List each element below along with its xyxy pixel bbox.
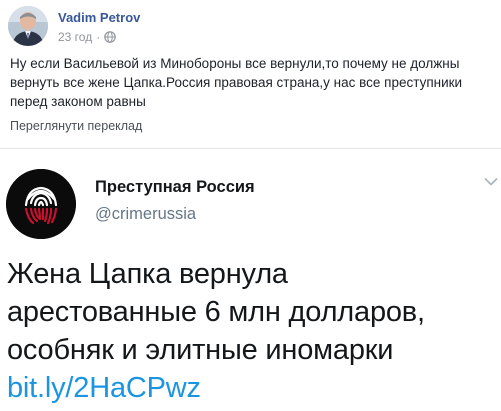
tweet-screenshot[interactable]: Преступная Россия @crimerussia Жена Цапк… [0,149,501,411]
tweet-text: Жена Цапка вернула арестованные 6 млн до… [7,255,497,407]
post-timestamp[interactable]: 23 год [58,30,92,44]
tweet-line: арестованные 6 млн долларов, [7,296,425,328]
post-subline: 23 год · [58,30,140,44]
separator-dot: · [96,30,101,44]
fingerprint-logo-icon [6,169,76,239]
post-header: Vadim Petrov 23 год · [8,6,140,46]
chevron-down-icon [484,178,498,186]
see-translation-link[interactable]: Переглянути переклад [10,118,142,134]
post-text: Ну если Васильевой из Минобороны все вер… [10,56,463,109]
tweet-line: особняк и элитные иномарки [7,334,394,366]
author-name[interactable]: Vadim Petrov [58,10,140,26]
post-meta: Vadim Petrov 23 год · [58,10,140,44]
globe-icon[interactable] [104,31,117,43]
tweet-handle: @crimerussia [95,205,197,223]
tweet-account-name: Преступная Россия [95,178,255,196]
tweet-link: bit.ly/2HaCPwz [7,372,201,404]
tweet-line: Жена Цапка вернула [7,258,288,290]
author-avatar[interactable] [8,6,48,46]
screenshot-frame: Vadim Petrov 23 год · Ну если Васильевой… [0,0,501,411]
